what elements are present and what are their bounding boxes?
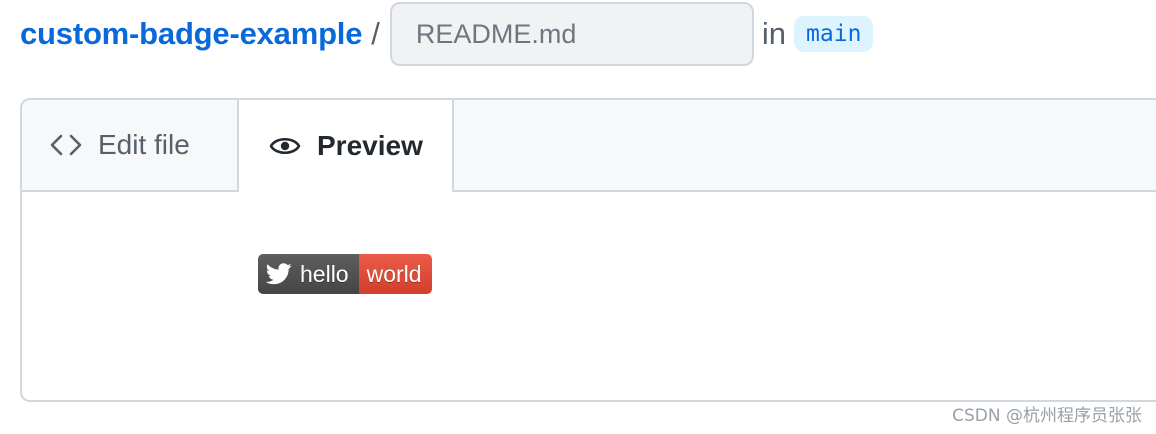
- eye-icon: [269, 134, 301, 158]
- tab-preview[interactable]: Preview: [237, 100, 454, 192]
- badge-right-text: world: [366, 260, 422, 287]
- tab-preview-label: Preview: [317, 130, 423, 161]
- preview-content: hello world: [22, 192, 1156, 400]
- custom-badge: hello world: [258, 254, 432, 294]
- twitter-bird-icon: [266, 263, 292, 285]
- branch-badge: main: [794, 16, 874, 52]
- in-label: in: [761, 16, 787, 51]
- tab-edit-file-label: Edit file: [98, 129, 190, 160]
- filename-input[interactable]: [389, 2, 754, 66]
- editor-panel: Edit file Preview hello world: [20, 98, 1156, 402]
- badge-right-segment: world: [358, 254, 432, 294]
- repo-link[interactable]: custom-badge-example: [20, 16, 362, 52]
- badge-left-segment: hello: [258, 254, 359, 294]
- tab-edit-file[interactable]: Edit file: [22, 100, 237, 190]
- code-icon: [50, 133, 82, 157]
- watermark: CSDN @杭州程序员张张: [952, 406, 1142, 426]
- path-separator: /: [371, 16, 380, 51]
- file-header: custom-badge-example / in main: [20, 2, 874, 66]
- badge-left-text: hello: [300, 260, 349, 287]
